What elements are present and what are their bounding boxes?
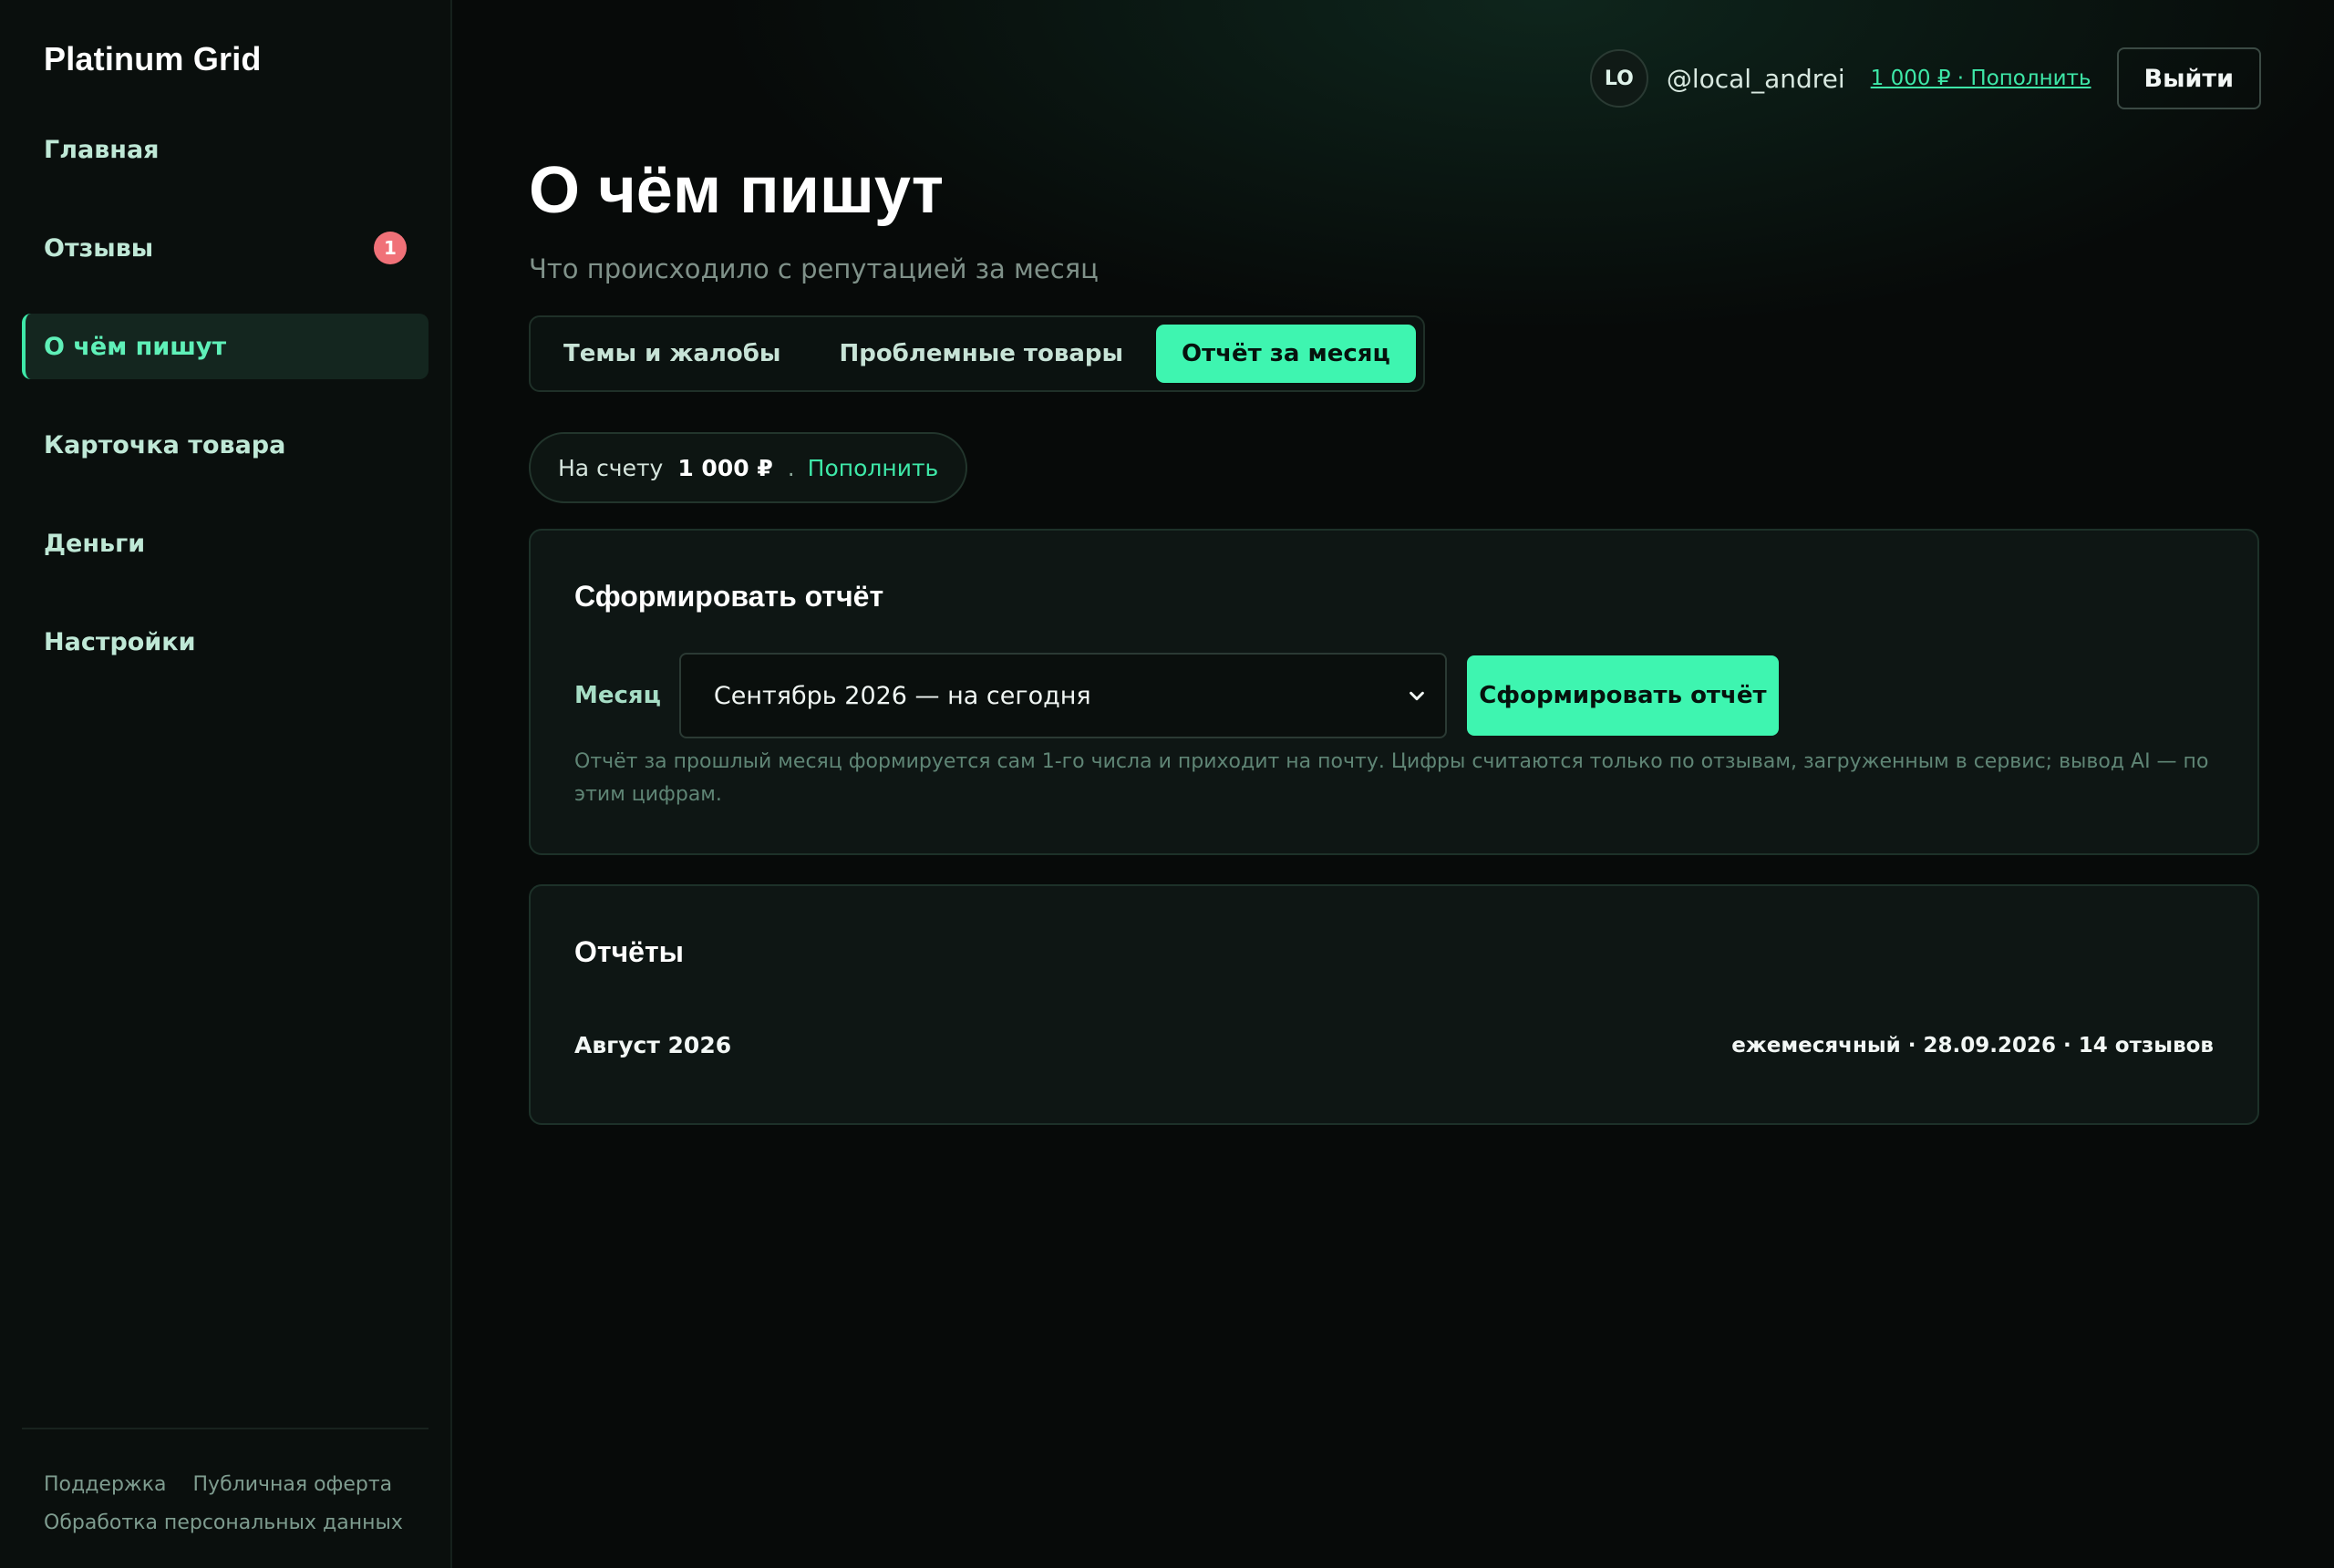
chevron-down-icon — [1410, 691, 1424, 701]
report-meta: ежемесячный · 28.09.2026 · 14 отзывов — [1731, 1033, 2214, 1057]
generate-report-title: Сформировать отчёт — [574, 580, 884, 613]
support-link[interactable]: Поддержка — [44, 1473, 167, 1496]
logout-button[interactable]: Выйти — [2116, 47, 2261, 109]
topup-link[interactable]: Пополнить — [808, 455, 939, 481]
generate-report-button[interactable]: Сформировать отчёт — [1466, 655, 1779, 736]
sidebar-nav: Главная Отзывы 1 О чём пишут Карточка то… — [22, 117, 429, 707]
list-item[interactable]: Август 2026 ежемесячный · 28.09.2026 · 1… — [574, 1032, 2214, 1058]
month-label: Месяц — [574, 682, 661, 709]
tabs: Темы и жалобы Проблемные товары Отчёт за… — [529, 315, 1425, 392]
page-title: О чём пишут — [529, 154, 945, 227]
generate-hint: Отчёт за прошлый месяц формируется сам 1… — [574, 750, 2209, 806]
month-select-value: Сентябрь 2026 — на сегодня — [713, 681, 1091, 710]
sidebar-item-label: Главная — [44, 135, 160, 164]
topbar: LO @local_andrei 1 000 ₽ · Пополнить Вый… — [1589, 47, 2261, 109]
sidebar-item-product-card[interactable]: Карточка товара — [22, 412, 429, 478]
balance-separator: . — [787, 454, 795, 481]
sidebar-item-label: Настройки — [44, 627, 196, 656]
app-root: Platinum Grid Главная Отзывы 1 О чём пиш… — [0, 0, 2334, 1568]
sidebar-item-label: Отзывы — [44, 233, 154, 263]
reports-card: Отчёты Август 2026 ежемесячный · 28.09.2… — [529, 884, 2259, 1125]
username: @local_andrei — [1666, 63, 1845, 94]
tab-problem-products[interactable]: Проблемные товары — [813, 325, 1149, 383]
generate-form-row: Месяц Сентябрь 2026 — на сегодня Сформир… — [574, 653, 1779, 738]
sidebar-item-reviews[interactable]: Отзывы 1 — [22, 215, 429, 281]
balance-pill: На счету 1 000 ₽ . Пополнить — [529, 432, 968, 503]
sidebar-item-label: О чём пишут — [44, 332, 227, 361]
privacy-link[interactable]: Обработка персональных данных — [44, 1511, 403, 1534]
sidebar-item-mentions[interactable]: О чём пишут — [22, 314, 429, 379]
avatar[interactable]: LO — [1589, 49, 1648, 108]
sidebar-item-home[interactable]: Главная — [22, 117, 429, 182]
month-select[interactable]: Сентябрь 2026 — на сегодня — [678, 653, 1447, 738]
sidebar: Platinum Grid Главная Отзывы 1 О чём пиш… — [0, 0, 452, 1568]
reports-title: Отчёты — [574, 935, 684, 968]
sidebar-item-label: Деньги — [44, 529, 146, 558]
tab-topics-complaints[interactable]: Темы и жалобы — [538, 325, 806, 383]
generate-report-card: Сформировать отчёт Месяц Сентябрь 2026 —… — [529, 529, 2259, 855]
main-area: LO @local_andrei 1 000 ₽ · Пополнить Вый… — [452, 0, 2334, 1568]
balance-label: На счету — [558, 454, 664, 481]
sidebar-item-settings[interactable]: Настройки — [22, 609, 429, 675]
header-balance-topup-link[interactable]: 1 000 ₽ · Пополнить — [1871, 67, 2091, 90]
sidebar-item-label: Карточка товара — [44, 430, 286, 459]
sidebar-item-money[interactable]: Деньги — [22, 511, 429, 576]
reviews-count-badge: 1 — [374, 232, 407, 264]
page-subtitle: Что происходило с репутацией за месяц — [529, 253, 1099, 284]
brand-logo[interactable]: Platinum Grid — [44, 40, 262, 78]
public-offer-link[interactable]: Публичная оферта — [193, 1473, 393, 1496]
sidebar-footer: Поддержка Публичная оферта Обработка пер… — [22, 1428, 429, 1542]
balance-amount: 1 000 ₽ — [677, 454, 773, 481]
tab-monthly-report[interactable]: Отчёт за месяц — [1155, 325, 1416, 383]
report-name: Август 2026 — [574, 1032, 732, 1058]
